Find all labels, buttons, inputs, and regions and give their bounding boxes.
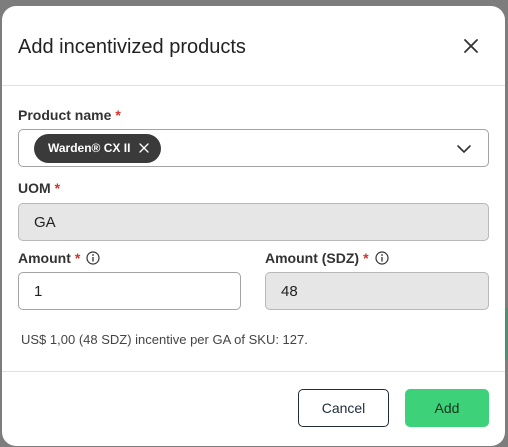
incentive-helper-text: US$ 1,00 (48 SDZ) incentive per GA of SK… xyxy=(21,332,308,347)
selected-product-chip: Warden® CX II xyxy=(34,133,162,163)
product-name-label: Product name * xyxy=(18,107,121,123)
amount-sdz-value: 48 xyxy=(281,282,298,300)
amount-sdz-label: Amount (SDZ) * xyxy=(265,250,389,266)
cancel-button[interactable]: Cancel xyxy=(298,389,389,427)
amount-input[interactable]: 1 xyxy=(18,272,241,310)
info-icon[interactable] xyxy=(374,251,389,265)
product-name-label-text: Product name xyxy=(18,107,112,123)
uom-label: UOM * xyxy=(18,180,60,196)
required-mark: * xyxy=(54,180,61,196)
add-products-dialog: Add incentivized products Product name *… xyxy=(2,6,505,446)
uom-value: GA xyxy=(34,213,56,231)
chevron-down-icon[interactable] xyxy=(456,141,472,157)
amount-label: Amount * xyxy=(18,250,100,266)
uom-label-text: UOM xyxy=(18,180,51,196)
chip-remove-button[interactable] xyxy=(139,143,150,153)
required-mark: * xyxy=(74,250,81,266)
add-button[interactable]: Add xyxy=(405,389,489,427)
close-icon xyxy=(464,39,478,53)
product-name-select[interactable]: Warden® CX II xyxy=(18,129,489,167)
dialog-title: Add incentivized products xyxy=(18,36,246,58)
amount-label-text: Amount xyxy=(18,250,71,266)
close-icon xyxy=(139,143,150,153)
chip-label: Warden® CX II xyxy=(48,141,131,155)
footer-divider xyxy=(2,371,505,372)
required-mark: * xyxy=(363,250,369,266)
amount-sdz-label-text: Amount (SDZ) xyxy=(265,250,360,266)
close-button[interactable] xyxy=(459,34,483,58)
uom-field: GA xyxy=(18,203,489,241)
dialog-header: Add incentivized products xyxy=(2,6,505,86)
info-icon[interactable] xyxy=(86,251,100,265)
required-mark: * xyxy=(115,107,121,123)
amount-sdz-field: 48 xyxy=(265,272,489,310)
amount-value: 1 xyxy=(34,282,43,300)
